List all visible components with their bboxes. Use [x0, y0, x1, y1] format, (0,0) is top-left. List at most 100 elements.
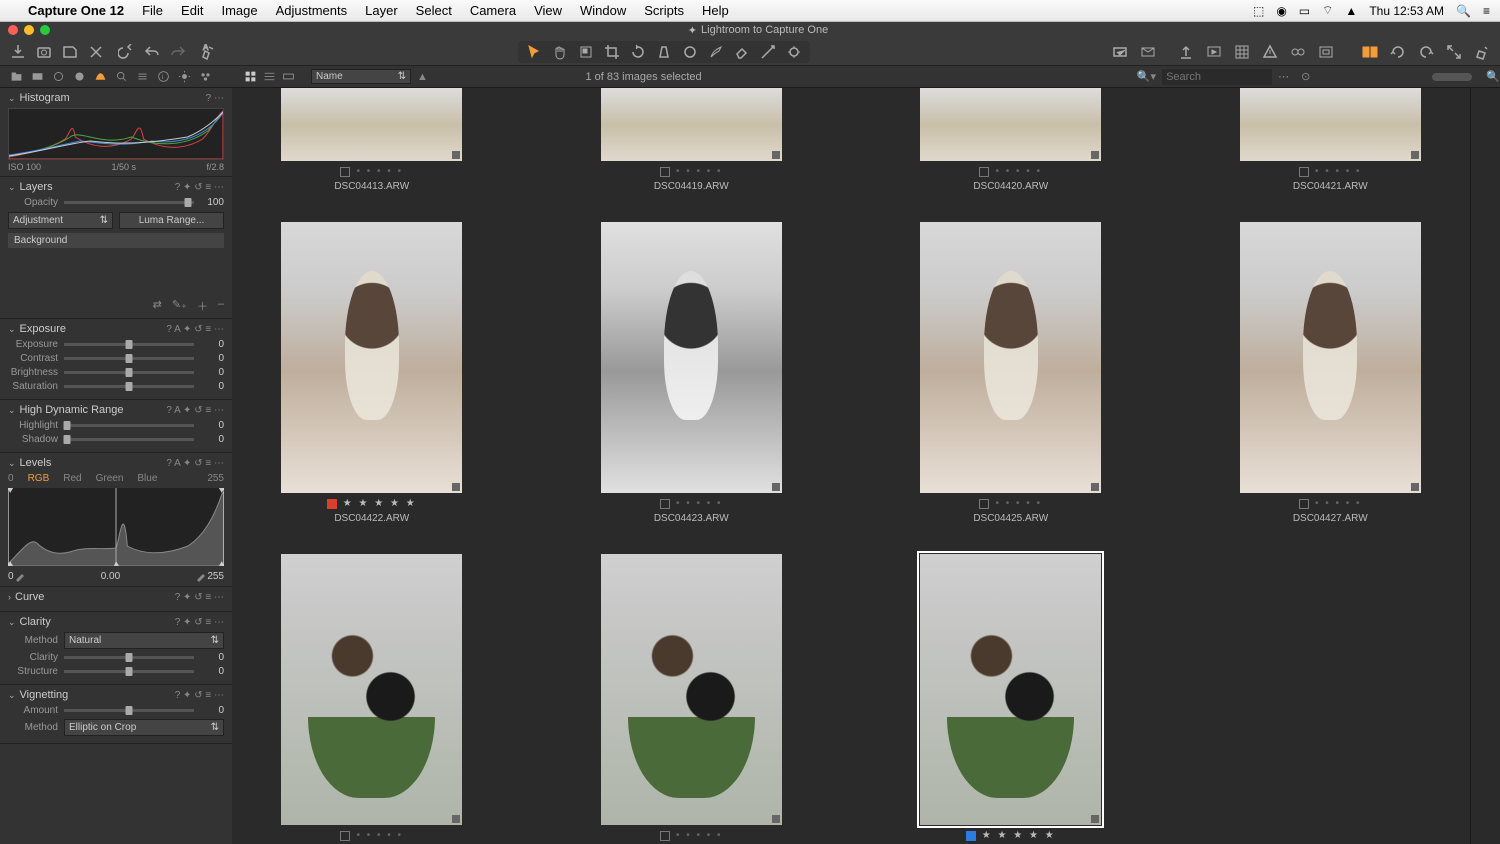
- thumbnail-cell[interactable]: • • • • • DSC04420.ARW: [920, 88, 1101, 192]
- menu-edit[interactable]: Edit: [181, 3, 203, 18]
- warning-icon[interactable]: [1262, 44, 1278, 60]
- thumbnail[interactable]: [1240, 222, 1421, 493]
- collapse-icon[interactable]: ⌄: [8, 182, 16, 193]
- menu-select[interactable]: Select: [416, 3, 452, 18]
- crop-tool-icon[interactable]: [604, 44, 620, 60]
- panel-tools[interactable]: ? ⋯: [206, 93, 224, 104]
- menubar-icon[interactable]: ≡: [1483, 4, 1490, 18]
- star-rating[interactable]: • • • • •: [676, 830, 723, 841]
- collapse-icon[interactable]: ⌄: [8, 690, 16, 701]
- contrast-slider[interactable]: [64, 357, 194, 360]
- vignetting-method-dropdown[interactable]: Elliptic on Crop⇅: [64, 719, 224, 736]
- hand-tool-icon[interactable]: [552, 44, 568, 60]
- zoom-button[interactable]: [40, 25, 50, 35]
- slideshow-icon[interactable]: [1206, 44, 1222, 60]
- thumbnail-cell[interactable]: • • • • • DSC04419.ARW: [601, 88, 782, 192]
- shadow-slider[interactable]: [64, 438, 194, 441]
- export-icon[interactable]: [62, 44, 78, 60]
- levels-tab-green[interactable]: Green: [96, 473, 124, 484]
- star-rating[interactable]: ★ ★ ★ ★ ★: [343, 498, 417, 509]
- spotlight-icon[interactable]: 🔍: [1456, 4, 1471, 18]
- star-rating[interactable]: • • • • •: [995, 498, 1042, 509]
- star-rating[interactable]: • • • • •: [356, 830, 403, 841]
- undo-step-icon[interactable]: [144, 44, 160, 60]
- undo-icon[interactable]: [118, 44, 134, 60]
- sort-dropdown[interactable]: Name⇅: [311, 69, 411, 84]
- panel-tools[interactable]: ? ✦ ↺ ≡ ⋯: [175, 617, 224, 628]
- menu-layer[interactable]: Layer: [365, 3, 398, 18]
- loupe-tool-icon[interactable]: [578, 44, 594, 60]
- layer-background[interactable]: Background: [8, 233, 224, 248]
- white-picker-icon[interactable]: [195, 570, 207, 582]
- import-icon[interactable]: [10, 44, 26, 60]
- luma-range-button[interactable]: Luma Range...: [119, 212, 224, 229]
- color-tag-red[interactable]: [327, 499, 337, 509]
- thumbnail[interactable]: [920, 88, 1101, 161]
- panel-tools[interactable]: ? ✦ ↺ ≡ ⋯: [175, 592, 224, 603]
- panel-tools[interactable]: ? ✦ ↺ ≡ ⋯: [175, 182, 224, 193]
- process-icon[interactable]: [1112, 44, 1128, 60]
- edit-icon[interactable]: [1474, 44, 1490, 60]
- grid-toggle-icon[interactable]: [1234, 44, 1250, 60]
- filmstrip-view-icon[interactable]: [282, 70, 295, 83]
- highlight-slider[interactable]: [64, 424, 194, 427]
- amount-slider[interactable]: [64, 709, 194, 712]
- select-checkbox[interactable]: [340, 167, 350, 177]
- details-tab-icon[interactable]: [115, 70, 128, 83]
- thumbnail-cell[interactable]: • • • • • DSC04413.ARW: [281, 88, 462, 192]
- viewer-toggle-icon[interactable]: [1362, 44, 1378, 60]
- layer-tools-icon[interactable]: ⇄: [153, 298, 162, 314]
- thumbnail[interactable]: [601, 88, 782, 161]
- batch-tab-icon[interactable]: [199, 70, 212, 83]
- star-rating[interactable]: • • • • •: [1315, 498, 1362, 509]
- tray-icon[interactable]: ▲: [1345, 4, 1357, 18]
- color-tag-blue[interactable]: [966, 831, 976, 841]
- star-rating[interactable]: • • • • •: [995, 166, 1042, 177]
- star-rating[interactable]: • • • • •: [676, 166, 723, 177]
- select-checkbox[interactable]: [340, 831, 350, 841]
- exposure-tab-icon[interactable]: [94, 70, 107, 83]
- thumbnail-cell[interactable]: • • • • • DSC04421.ARW: [1240, 88, 1421, 192]
- thumbnail[interactable]: [920, 222, 1101, 493]
- minimize-button[interactable]: [24, 25, 34, 35]
- collapse-icon[interactable]: ⌄: [8, 93, 16, 104]
- select-checkbox[interactable]: [660, 499, 670, 509]
- app-name[interactable]: Capture One 12: [28, 3, 124, 18]
- levels-tab-red[interactable]: Red: [63, 473, 81, 484]
- delete-icon[interactable]: [88, 44, 104, 60]
- select-checkbox[interactable]: [1299, 499, 1309, 509]
- tray-icon[interactable]: ⬚: [1253, 4, 1264, 18]
- menu-help[interactable]: Help: [702, 3, 729, 18]
- menu-file[interactable]: File: [142, 3, 163, 18]
- upload-icon[interactable]: [1178, 44, 1194, 60]
- select-checkbox[interactable]: [660, 831, 670, 841]
- sort-direction-icon[interactable]: ▲: [417, 71, 428, 83]
- metadata-tab-icon[interactable]: i: [157, 70, 170, 83]
- menubar-clock[interactable]: Thu 12:53 AM: [1369, 4, 1444, 18]
- layer-delete-icon[interactable]: –: [218, 298, 224, 314]
- select-checkbox[interactable]: [979, 167, 989, 177]
- grid-view-icon[interactable]: [244, 70, 257, 83]
- library-tab-icon[interactable]: [10, 70, 23, 83]
- brightness-slider[interactable]: [64, 371, 194, 374]
- expand-icon[interactable]: ›: [8, 592, 11, 602]
- menu-view[interactable]: View: [534, 3, 562, 18]
- search-options-icon[interactable]: ⋯: [1278, 70, 1289, 83]
- saturation-slider[interactable]: [64, 385, 194, 388]
- collapse-icon[interactable]: ⌄: [8, 405, 16, 416]
- eraser-tool-icon[interactable]: [734, 44, 750, 60]
- mask-brush-icon[interactable]: [708, 44, 724, 60]
- rotate-tool-icon[interactable]: [630, 44, 646, 60]
- thumbnail-cell[interactable]: • • • • • DSC04425.ARW: [920, 222, 1101, 524]
- email-icon[interactable]: [1140, 44, 1156, 60]
- zoom-icon[interactable]: 🔍: [1486, 70, 1500, 83]
- exposure-slider[interactable]: [64, 343, 194, 346]
- wifi-icon[interactable]: ⌔: [1322, 3, 1333, 18]
- select-checkbox[interactable]: [1299, 167, 1309, 177]
- opacity-slider[interactable]: [64, 201, 194, 204]
- panel-tools[interactable]: ? A ✦ ↺ ≡ ⋯: [166, 324, 224, 335]
- star-rating[interactable]: ★ ★ ★ ★ ★: [982, 830, 1056, 841]
- output-tab-icon[interactable]: [178, 70, 191, 83]
- color-tab-icon[interactable]: [73, 70, 86, 83]
- adjustment-dropdown[interactable]: Adjustment⇅: [8, 212, 113, 229]
